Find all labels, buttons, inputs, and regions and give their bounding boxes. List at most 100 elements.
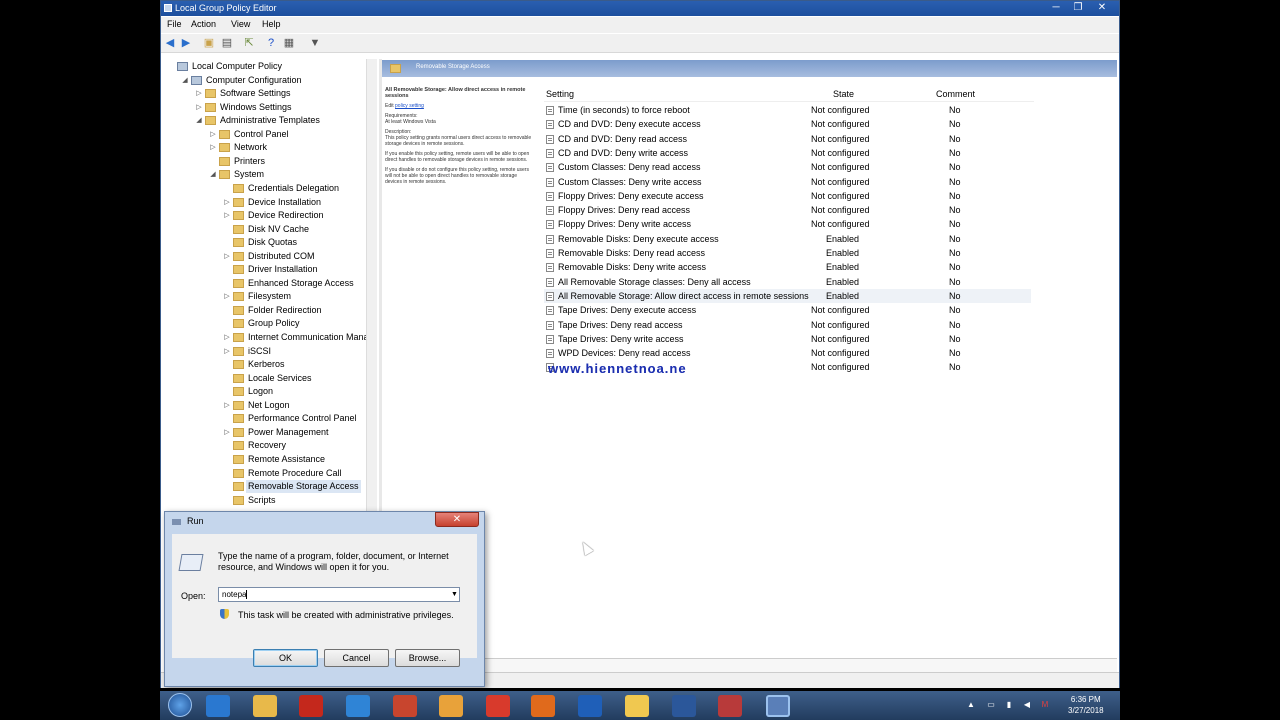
- policy-comment: No: [949, 233, 961, 244]
- policy-state: Not configured: [811, 133, 870, 144]
- policy-row[interactable]: WPD Devices: Deny read access Not configu…: [544, 346, 1031, 360]
- tray-arrow-icon[interactable]: ▲: [966, 700, 976, 710]
- policy-setting-icon: [546, 306, 554, 316]
- edit-policy-link[interactable]: policy setting: [395, 103, 424, 109]
- briefcase-icon[interactable]: [718, 695, 742, 717]
- column-state[interactable]: State: [833, 89, 854, 99]
- folder-icon: [233, 265, 244, 275]
- expand-arrow-icon[interactable]: ▷: [223, 345, 231, 358]
- expand-arrow-icon[interactable]: ▷: [223, 250, 231, 263]
- firefox-icon[interactable]: [531, 695, 555, 717]
- policy-state: Enabled: [826, 248, 860, 258]
- outlook-icon[interactable]: [578, 695, 602, 717]
- close-button[interactable]: ✕: [1091, 1, 1113, 15]
- column-setting[interactable]: Setting: [546, 89, 574, 99]
- chevron-down-icon[interactable]: ▼: [451, 588, 458, 601]
- folder-icon: [233, 468, 244, 478]
- policy-row[interactable]: Floppy Drives: Deny read access Not confi…: [544, 203, 1031, 217]
- policy-row[interactable]: Removable Disks: Deny execute access Enab…: [544, 232, 1031, 246]
- tree-item-label: Recovery: [248, 440, 287, 451]
- ok-button[interactable]: OK: [253, 649, 318, 667]
- edit-prefix: Edit: [385, 103, 394, 109]
- expand-arrow-icon[interactable]: ▷: [223, 290, 231, 303]
- open-input[interactable]: notepa ▼: [218, 587, 460, 602]
- back-icon[interactable]: ◀: [164, 37, 176, 49]
- cancel-button[interactable]: Cancel: [324, 649, 389, 667]
- maximize-button[interactable]: ❐: [1067, 1, 1089, 15]
- clock[interactable]: 6:36 PM 3/27/2018: [1068, 694, 1104, 716]
- expand-arrow-icon[interactable]: ▷: [223, 209, 231, 222]
- policy-comment: No: [949, 319, 961, 330]
- start-button[interactable]: [168, 693, 192, 717]
- expand-arrow-icon[interactable]: ▷: [223, 399, 231, 412]
- tray-display-icon[interactable]: ▭: [986, 700, 996, 710]
- policy-row[interactable]: Tape Drives: Deny execute access Not conf…: [544, 303, 1031, 317]
- tree-item-label: Credentials Delegation: [248, 182, 340, 193]
- collapse-arrow-icon[interactable]: ◢: [195, 114, 203, 127]
- filter-icon[interactable]: ▼: [309, 37, 321, 49]
- network-icon[interactable]: ▮: [1004, 700, 1014, 710]
- explorer-icon[interactable]: [253, 695, 277, 717]
- tool-icon[interactable]: [393, 695, 417, 717]
- console-tree: Local Computer Policy ◢ Computer Configura…: [163, 59, 375, 514]
- menu-view[interactable]: View: [231, 19, 250, 29]
- acrobat-icon[interactable]: [299, 695, 323, 717]
- expand-arrow-icon[interactable]: ▷: [223, 331, 231, 344]
- policy-row[interactable]: Removable Disks: Deny read access Enabled…: [544, 246, 1031, 260]
- mail-icon[interactable]: M: [1040, 700, 1050, 710]
- policy-row[interactable]: Time (in seconds) to force reboot Not con…: [544, 103, 1031, 117]
- policy-comment: No: [949, 162, 961, 173]
- collapse-arrow-icon[interactable]: ◢: [209, 168, 217, 181]
- column-comment[interactable]: Comment: [936, 89, 975, 99]
- expand-arrow-icon[interactable]: ▷: [209, 141, 217, 154]
- policy-row[interactable]: Tape Drives: Deny write access Not config…: [544, 332, 1031, 346]
- browse-button[interactable]: Browse...: [395, 649, 460, 667]
- policy-row[interactable]: All Removable Storage: Allow direct acce…: [544, 288, 1031, 303]
- folder-icon: [233, 211, 244, 221]
- ie-icon[interactable]: [206, 695, 230, 717]
- export-list-icon[interactable]: ⇱: [243, 37, 255, 49]
- window-title: Local Group Policy Editor: [175, 3, 277, 13]
- show-hide-tree-icon[interactable]: ▤: [221, 37, 233, 49]
- policy-row[interactable]: Custom Classes: Deny read access Not conf…: [544, 160, 1031, 174]
- policy-row[interactable]: Removable Disks: Deny write access Enable…: [544, 260, 1031, 274]
- expand-arrow-icon[interactable]: ▷: [223, 196, 231, 209]
- files-icon[interactable]: [625, 695, 649, 717]
- description-text-2: If you enable this policy setting, remot…: [385, 151, 530, 163]
- forward-icon[interactable]: ▶: [180, 37, 192, 49]
- policy-row[interactable]: Floppy Drives: Deny write access Not conf…: [544, 217, 1031, 231]
- tree-item-label: Printers: [234, 155, 266, 166]
- policy-row[interactable]: Custom Classes: Deny write access Not con…: [544, 175, 1031, 189]
- run-icon[interactable]: [766, 695, 790, 717]
- policy-row[interactable]: Tape Drives: Deny read access Not configu…: [544, 318, 1031, 332]
- expand-arrow-icon[interactable]: ▷: [223, 426, 231, 439]
- chrome-icon[interactable]: [486, 695, 510, 717]
- menu-help[interactable]: Help: [262, 19, 281, 29]
- folder-icon[interactable]: [439, 695, 463, 717]
- policy-row[interactable]: All Removable Storage classes: Deny all …: [544, 275, 1031, 289]
- help-icon[interactable]: ?: [265, 37, 277, 49]
- expand-arrow-icon[interactable]: ▷: [195, 87, 203, 100]
- tree-item-label: Local Computer Policy: [192, 61, 283, 71]
- policy-row[interactable]: CD and DVD: Deny write access Not configu…: [544, 146, 1031, 160]
- policy-row[interactable]: Floppy Drives: Deny execute access Not co…: [544, 189, 1031, 203]
- menu-file[interactable]: File: [167, 19, 182, 29]
- run-title-icon: [172, 519, 181, 525]
- expand-arrow-icon[interactable]: ▷: [195, 101, 203, 114]
- policy-row[interactable]: CD and DVD: Deny read access Not configur…: [544, 132, 1031, 146]
- policy-row[interactable]: CD and DVD: Deny execute access Not confi…: [544, 117, 1031, 131]
- minimize-button[interactable]: ─: [1045, 1, 1067, 15]
- properties-icon[interactable]: ▦: [283, 37, 295, 49]
- word-icon[interactable]: [672, 695, 696, 717]
- collapse-arrow-icon[interactable]: ◢: [181, 74, 189, 87]
- tree-scrollbar[interactable]: [366, 59, 377, 514]
- expand-arrow-icon[interactable]: ▷: [209, 128, 217, 141]
- volume-icon[interactable]: ◀: [1022, 700, 1032, 710]
- folder-icon: [233, 454, 244, 464]
- run-close-button[interactable]: ✕: [435, 512, 479, 527]
- menu-action[interactable]: Action: [191, 19, 216, 29]
- policy-setting: Removable Disks: Deny write access: [558, 262, 707, 273]
- policy-setting: All Removable Storage: Allow direct acce…: [558, 290, 809, 301]
- edge-icon[interactable]: [346, 695, 370, 717]
- up-folder-icon[interactable]: ▣: [203, 37, 215, 49]
